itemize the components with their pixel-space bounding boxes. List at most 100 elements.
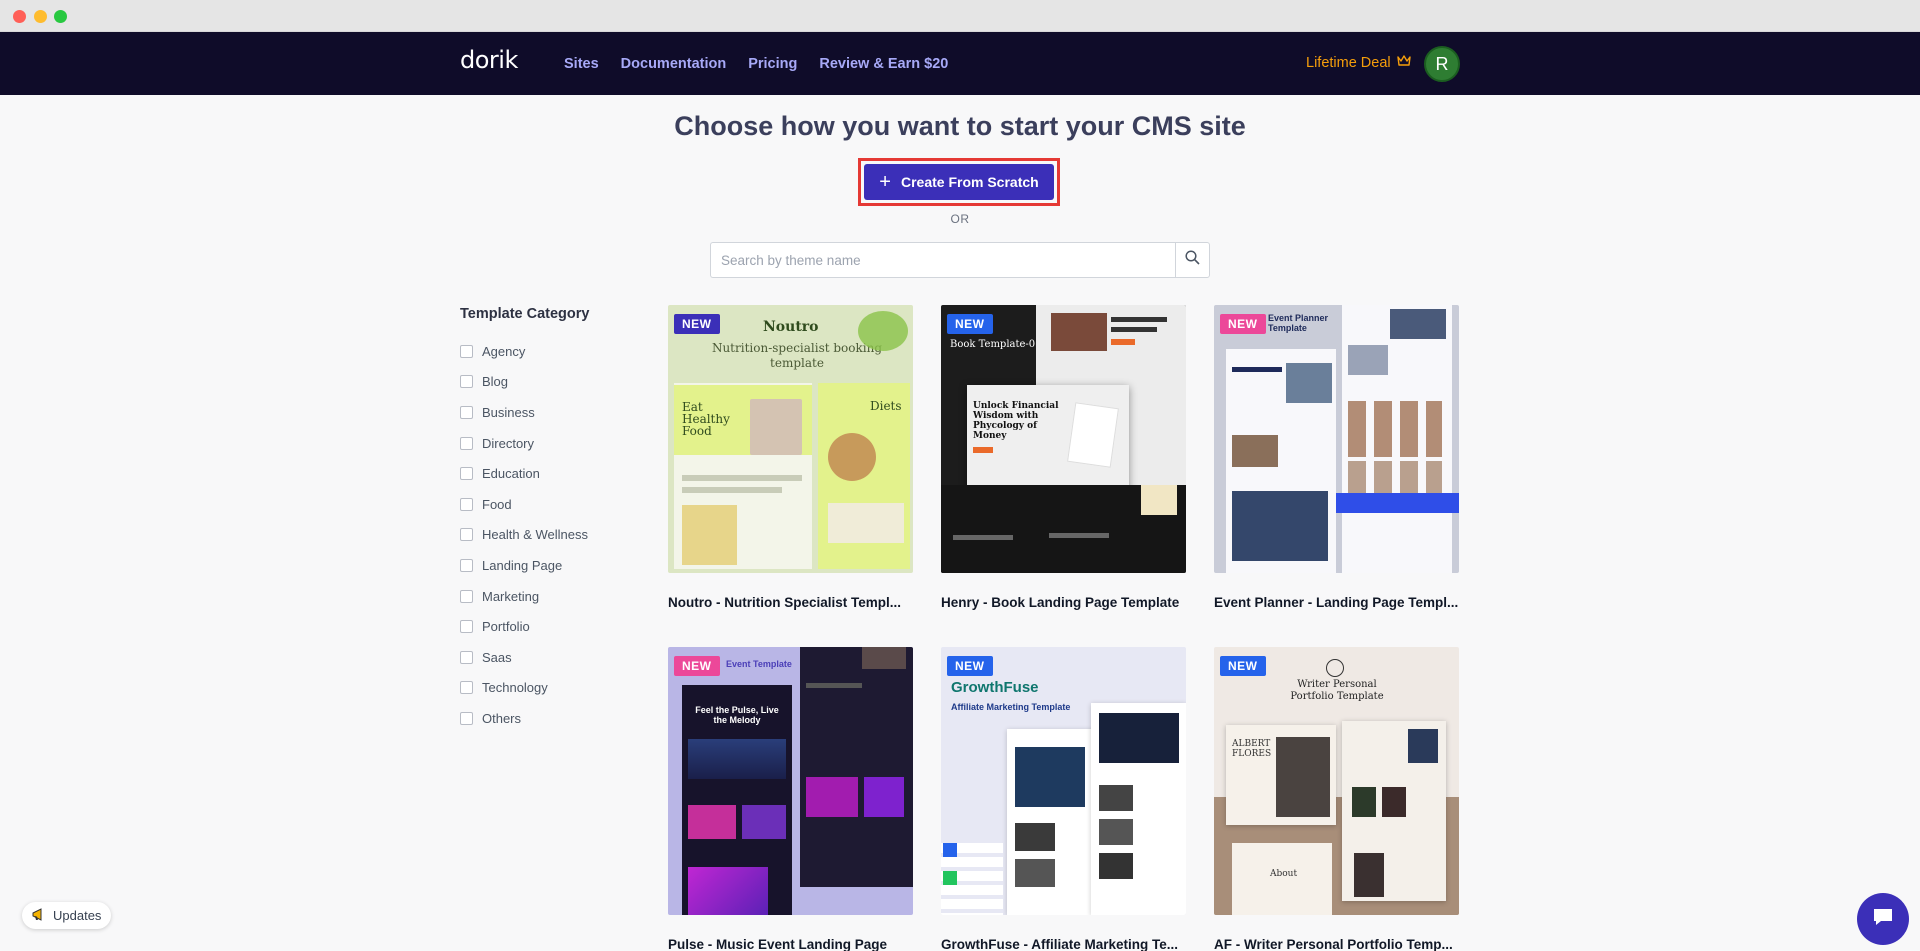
updates-button[interactable]: Updates <box>22 902 112 929</box>
category-portfolio[interactable]: Portfolio <box>460 611 660 642</box>
thumb-brand: GrowthFuse <box>951 679 1039 696</box>
template-thumbnail[interactable]: NEW Event Planner Template <box>1214 305 1459 573</box>
template-card-af-writer[interactable]: NEW Writer Personal Portfolio Template A… <box>1214 647 1459 951</box>
thumb-image <box>862 647 906 669</box>
template-card-pulse[interactable]: NEW Event Template Feel the Pulse, Live … <box>668 647 913 951</box>
thumb-line <box>806 683 862 688</box>
minimize-window-button[interactable] <box>34 10 47 23</box>
template-title[interactable]: Henry - Book Landing Page Template <box>941 595 1186 610</box>
category-label: Agency <box>482 343 526 359</box>
lifetime-deal-link[interactable]: Lifetime Deal <box>1306 54 1411 71</box>
create-from-scratch-label: Create From Scratch <box>900 174 1039 190</box>
template-card-growthfuse[interactable]: NEW GrowthFuse Affiliate Marketing Templ… <box>941 647 1186 951</box>
thumb-heading: Eat Healthy Food <box>682 400 730 438</box>
checkbox[interactable] <box>460 589 473 603</box>
checkbox[interactable] <box>460 620 473 634</box>
checkbox[interactable] <box>460 711 473 725</box>
maximize-window-button[interactable] <box>54 10 67 23</box>
category-agency[interactable]: Agency <box>460 336 660 367</box>
category-blog[interactable]: Blog <box>460 367 660 398</box>
category-landing-page[interactable]: Landing Page <box>460 550 660 581</box>
category-saas[interactable]: Saas <box>460 642 660 673</box>
category-label: Business <box>482 404 535 420</box>
create-from-scratch-button[interactable]: + Create From Scratch <box>864 164 1054 200</box>
thumb-image <box>864 777 904 817</box>
category-business[interactable]: Business <box>460 397 660 428</box>
category-food[interactable]: Food <box>460 489 660 520</box>
nav-link-pricing[interactable]: Pricing <box>748 56 797 72</box>
nav-link-review-earn[interactable]: Review & Earn $20 <box>819 56 948 72</box>
thumb-photo <box>1354 853 1384 897</box>
template-title[interactable]: Pulse - Music Event Landing Page <box>668 937 913 951</box>
checkbox[interactable] <box>460 375 473 389</box>
new-badge: NEW <box>947 314 993 334</box>
checkbox[interactable] <box>460 344 473 358</box>
top-navbar: dorik Sites Documentation Pricing Review… <box>0 32 1920 95</box>
thumb-line <box>953 535 1013 540</box>
search-input[interactable] <box>710 242 1175 278</box>
thumb-book-cover <box>1067 402 1119 468</box>
lifetime-deal-label: Lifetime Deal <box>1306 54 1391 71</box>
category-education[interactable]: Education <box>460 458 660 489</box>
nav-link-documentation[interactable]: Documentation <box>621 56 727 72</box>
template-thumbnail[interactable]: NEW Event Template Feel the Pulse, Live … <box>668 647 913 915</box>
checkbox[interactable] <box>460 558 473 572</box>
thumb-book-cover <box>1352 787 1376 817</box>
thumb-line <box>1111 317 1167 322</box>
thumb-line <box>1111 327 1157 332</box>
checkbox[interactable] <box>460 467 473 481</box>
template-thumbnail[interactable]: NEW GrowthFuse Affiliate Marketing Templ… <box>941 647 1186 915</box>
checkbox[interactable] <box>460 528 473 542</box>
updates-label: Updates <box>53 908 102 923</box>
category-marketing[interactable]: Marketing <box>460 581 660 612</box>
thumb-button <box>973 447 993 453</box>
template-title[interactable]: AF - Writer Personal Portfolio Temp... <box>1214 937 1459 951</box>
template-title[interactable]: Noutro - Nutrition Specialist Templ... <box>668 595 913 610</box>
thumb-image <box>1051 313 1107 351</box>
thumb-image <box>682 505 737 565</box>
template-title[interactable]: Event Planner - Landing Page Templ... <box>1214 595 1459 610</box>
template-card-henry[interactable]: NEW Book Template-01 Unlock Financial Wi… <box>941 305 1186 610</box>
thumb-image <box>1390 309 1446 339</box>
template-card-noutro[interactable]: NEW Noutro Nutrition-specialist booking … <box>668 305 913 610</box>
thumb-hero-image <box>688 739 786 779</box>
search-button[interactable] <box>1175 242 1210 278</box>
category-label: Marketing <box>482 588 540 604</box>
category-others[interactable]: Others <box>460 703 660 734</box>
thumb-brand: Noutro <box>763 319 819 335</box>
thumb-banner <box>1336 493 1459 513</box>
category-technology[interactable]: Technology <box>460 673 660 704</box>
checkbox[interactable] <box>460 436 473 450</box>
chat-support-button[interactable] <box>1857 893 1909 945</box>
category-label: Technology <box>482 680 548 696</box>
new-badge: NEW <box>674 656 720 676</box>
checkbox[interactable] <box>460 681 473 695</box>
thumb-image <box>1348 345 1388 375</box>
category-health-wellness[interactable]: Health & Wellness <box>460 520 660 551</box>
dorik-logo[interactable]: dorik <box>460 46 518 74</box>
category-sidebar: Template Category Agency Blog Business D… <box>460 306 660 734</box>
thumb-image <box>828 503 904 543</box>
template-card-event-planner[interactable]: NEW Event Planner Template Event Planner… <box>1214 305 1459 610</box>
thumb-photo <box>1276 737 1330 817</box>
category-label: Education <box>482 466 540 482</box>
megaphone-icon <box>32 907 47 924</box>
category-directory[interactable]: Directory <box>460 428 660 459</box>
checkbox[interactable] <box>460 497 473 511</box>
thumb-image <box>1232 435 1278 467</box>
template-thumbnail[interactable]: NEW Noutro Nutrition-specialist booking … <box>668 305 913 573</box>
category-label: Food <box>482 496 512 512</box>
user-avatar[interactable]: R <box>1424 46 1460 82</box>
checkbox[interactable] <box>460 405 473 419</box>
checkbox[interactable] <box>460 650 473 664</box>
template-title[interactable]: GrowthFuse - Affiliate Marketing Te... <box>941 937 1186 951</box>
thumb-hero-image <box>1099 713 1179 763</box>
close-window-button[interactable] <box>13 10 26 23</box>
thumb-page <box>1232 843 1332 915</box>
template-thumbnail[interactable]: NEW Book Template-01 Unlock Financial Wi… <box>941 305 1186 573</box>
nav-link-sites[interactable]: Sites <box>564 56 599 72</box>
template-thumbnail[interactable]: NEW Writer Personal Portfolio Template A… <box>1214 647 1459 915</box>
thumb-logo <box>943 871 957 885</box>
thumb-heading: Feel the Pulse, Live the Melody <box>695 705 779 725</box>
thumb-image <box>806 777 858 817</box>
